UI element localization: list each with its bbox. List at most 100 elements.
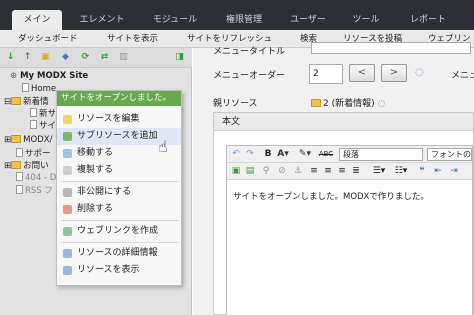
add-icon xyxy=(63,132,72,141)
sub-dashboard[interactable]: ダッシュボード xyxy=(18,30,78,48)
sort-icon[interactable]: ⇄ xyxy=(99,52,110,63)
help-icon[interactable]: ◌ xyxy=(378,99,386,109)
menu-item-resource-info[interactable]: リソースの詳細情報 xyxy=(57,245,181,262)
text-color-icon[interactable]: A▾ xyxy=(277,149,289,160)
globe-icon: ⊕ xyxy=(10,71,21,81)
menu-item-label: ウェブリンクを作成 xyxy=(77,226,159,236)
help-icon[interactable]: ◌ xyxy=(415,67,424,78)
menu-item-view-resource[interactable]: リソースを表示 xyxy=(57,262,181,279)
menu-title-field[interactable] xyxy=(311,42,471,54)
menu-order-prev-button[interactable]: < xyxy=(349,64,375,82)
tab-main[interactable]: メイン xyxy=(12,10,62,30)
view-icon xyxy=(63,266,72,275)
right-menu-label: メニュー xyxy=(451,71,474,81)
menu-item-label: リソースを表示 xyxy=(77,265,140,275)
menu-item-edit-resource[interactable]: リソースを編集 xyxy=(57,111,181,128)
highlight-icon[interactable]: ✎▾ xyxy=(297,149,313,160)
tree-item-label: Home xyxy=(31,84,57,94)
page-icon xyxy=(22,83,29,92)
tab-modules[interactable]: モジュール xyxy=(142,10,208,30)
tree-item-rss[interactable]: RSS フ xyxy=(16,184,53,196)
tab-users[interactable]: ユーザー xyxy=(282,10,334,30)
tab-tools[interactable]: ツール xyxy=(346,10,386,30)
delete-icon xyxy=(63,205,72,214)
editor-toolbar-row1: ↶ ↷ B A▾ ✎▾ ABC 段落 フォントの大きさ xyxy=(227,146,472,163)
unlink-icon[interactable]: ⊘ xyxy=(277,166,287,177)
tab-reports[interactable]: レポート xyxy=(398,10,458,30)
tree-item-label: サイ xyxy=(39,121,57,131)
tree-item-contact[interactable]: ⊞ お問い xyxy=(4,159,49,171)
folder-icon xyxy=(11,97,22,105)
expand-icon[interactable]: ↓ xyxy=(5,52,16,63)
content-panel-title: 本文 xyxy=(214,113,473,131)
trash-icon[interactable]: ▥ xyxy=(118,52,129,63)
duplicate-icon xyxy=(63,166,72,175)
folder-icon xyxy=(11,135,22,143)
unpublish-icon xyxy=(63,188,72,197)
media-icon[interactable]: ▤ xyxy=(245,166,255,177)
tree-item-404[interactable]: 404 - D xyxy=(16,172,56,183)
undo-icon[interactable]: ↶ xyxy=(231,149,241,160)
plus-icon: ⊞ xyxy=(4,135,12,145)
page-icon xyxy=(30,120,37,129)
tree-item-modx[interactable]: ⊞ MODX/ xyxy=(4,135,52,145)
top-navigation: メイン エレメント モジュール 権限管理 ユーザー ツール レポート xyxy=(0,0,474,30)
menu-item-duplicate[interactable]: 複製する xyxy=(57,162,181,179)
menu-item-label: 非公開にする xyxy=(77,187,132,197)
anchor-icon[interactable]: ⚓ xyxy=(293,166,303,177)
tree-item-home[interactable]: Home xyxy=(22,83,56,94)
hide-tree-icon[interactable]: ◨ xyxy=(174,52,185,63)
weblink-icon xyxy=(63,227,72,236)
context-menu: サイトをオープンしました。 リソースを編集 サブリソースを追加 移動する 複製す… xyxy=(56,90,182,286)
numbered-list-icon[interactable]: ☷▾ xyxy=(393,166,409,177)
outdent-icon[interactable]: ⇥ xyxy=(449,166,459,177)
collapse-icon[interactable]: ↑ xyxy=(22,52,33,63)
font-size-select[interactable]: フォントの大きさ xyxy=(427,148,472,161)
align-justify-icon[interactable]: ≣ xyxy=(351,166,361,177)
editor-content[interactable]: サイトをオープンしました。MODXで作りました。 xyxy=(233,190,429,202)
tree-item-label: 新着情 xyxy=(23,97,49,107)
align-right-icon[interactable]: ≡ xyxy=(337,166,347,177)
sub-view-site[interactable]: サイトを表示 xyxy=(107,30,158,48)
menu-order-field[interactable]: 2 xyxy=(309,64,343,84)
bold-button[interactable]: B xyxy=(263,149,273,160)
redo-icon[interactable]: ↷ xyxy=(245,149,255,160)
align-left-icon[interactable]: ≡ xyxy=(309,166,319,177)
align-center-icon[interactable]: ≡ xyxy=(323,166,333,177)
tree-item-news[interactable]: ⊟ 新着情 xyxy=(4,95,49,107)
blockquote-icon[interactable]: ❝ xyxy=(417,166,427,177)
page-icon xyxy=(16,172,23,181)
folder-icon xyxy=(11,161,22,169)
format-select[interactable]: 段落 xyxy=(339,148,423,161)
new-document-icon[interactable]: ▣ xyxy=(40,52,51,63)
menu-item-unpublish[interactable]: 非公開にする xyxy=(57,184,181,201)
tree-item-child1[interactable]: 新サ xyxy=(30,107,56,119)
strikethrough-button[interactable]: ABC xyxy=(317,149,335,160)
parent-label: 親リソース xyxy=(213,99,258,109)
menu-separator xyxy=(61,242,179,243)
tab-permissions[interactable]: 権限管理 xyxy=(216,10,272,30)
tree-site-root[interactable]: ⊕ My MODX Site xyxy=(10,71,88,81)
link-icon[interactable]: ⚲ xyxy=(261,166,271,177)
move-icon xyxy=(63,149,72,158)
image-icon[interactable]: ▣ xyxy=(231,166,241,177)
tree-item-label: お問い xyxy=(23,161,49,171)
site-name: My MODX Site xyxy=(20,71,89,81)
page-icon xyxy=(16,185,23,194)
tree-item-label: サポー xyxy=(25,149,51,159)
tree-item-support[interactable]: サポー xyxy=(16,147,51,159)
menu-order-next-button[interactable]: > xyxy=(381,64,407,82)
rich-text-editor[interactable]: ↶ ↷ B A▾ ✎▾ ABC 段落 フォントの大きさ ▣ ▤ ⚲ ⊘ ⚓ ≡ … xyxy=(226,145,473,315)
indent-icon[interactable]: ⇤ xyxy=(433,166,443,177)
refresh-icon[interactable]: ⟳ xyxy=(80,52,91,63)
parent-value[interactable]: 2 (新着情報) ◌ xyxy=(311,96,385,109)
tree-item-label: 新サ xyxy=(39,109,57,119)
new-weblink-icon[interactable]: ◆ xyxy=(60,52,71,63)
tree-item-label: MODX/ xyxy=(23,135,53,145)
menu-item-create-weblink[interactable]: ウェブリンクを作成 xyxy=(57,223,181,240)
tab-elements[interactable]: エレメント xyxy=(72,10,132,30)
plus-icon: ⊞ xyxy=(4,161,12,171)
bullet-list-icon[interactable]: ☰▾ xyxy=(371,166,387,177)
tree-item-child2[interactable]: サイ xyxy=(30,119,56,131)
menu-item-delete[interactable]: 削除する xyxy=(57,201,181,218)
